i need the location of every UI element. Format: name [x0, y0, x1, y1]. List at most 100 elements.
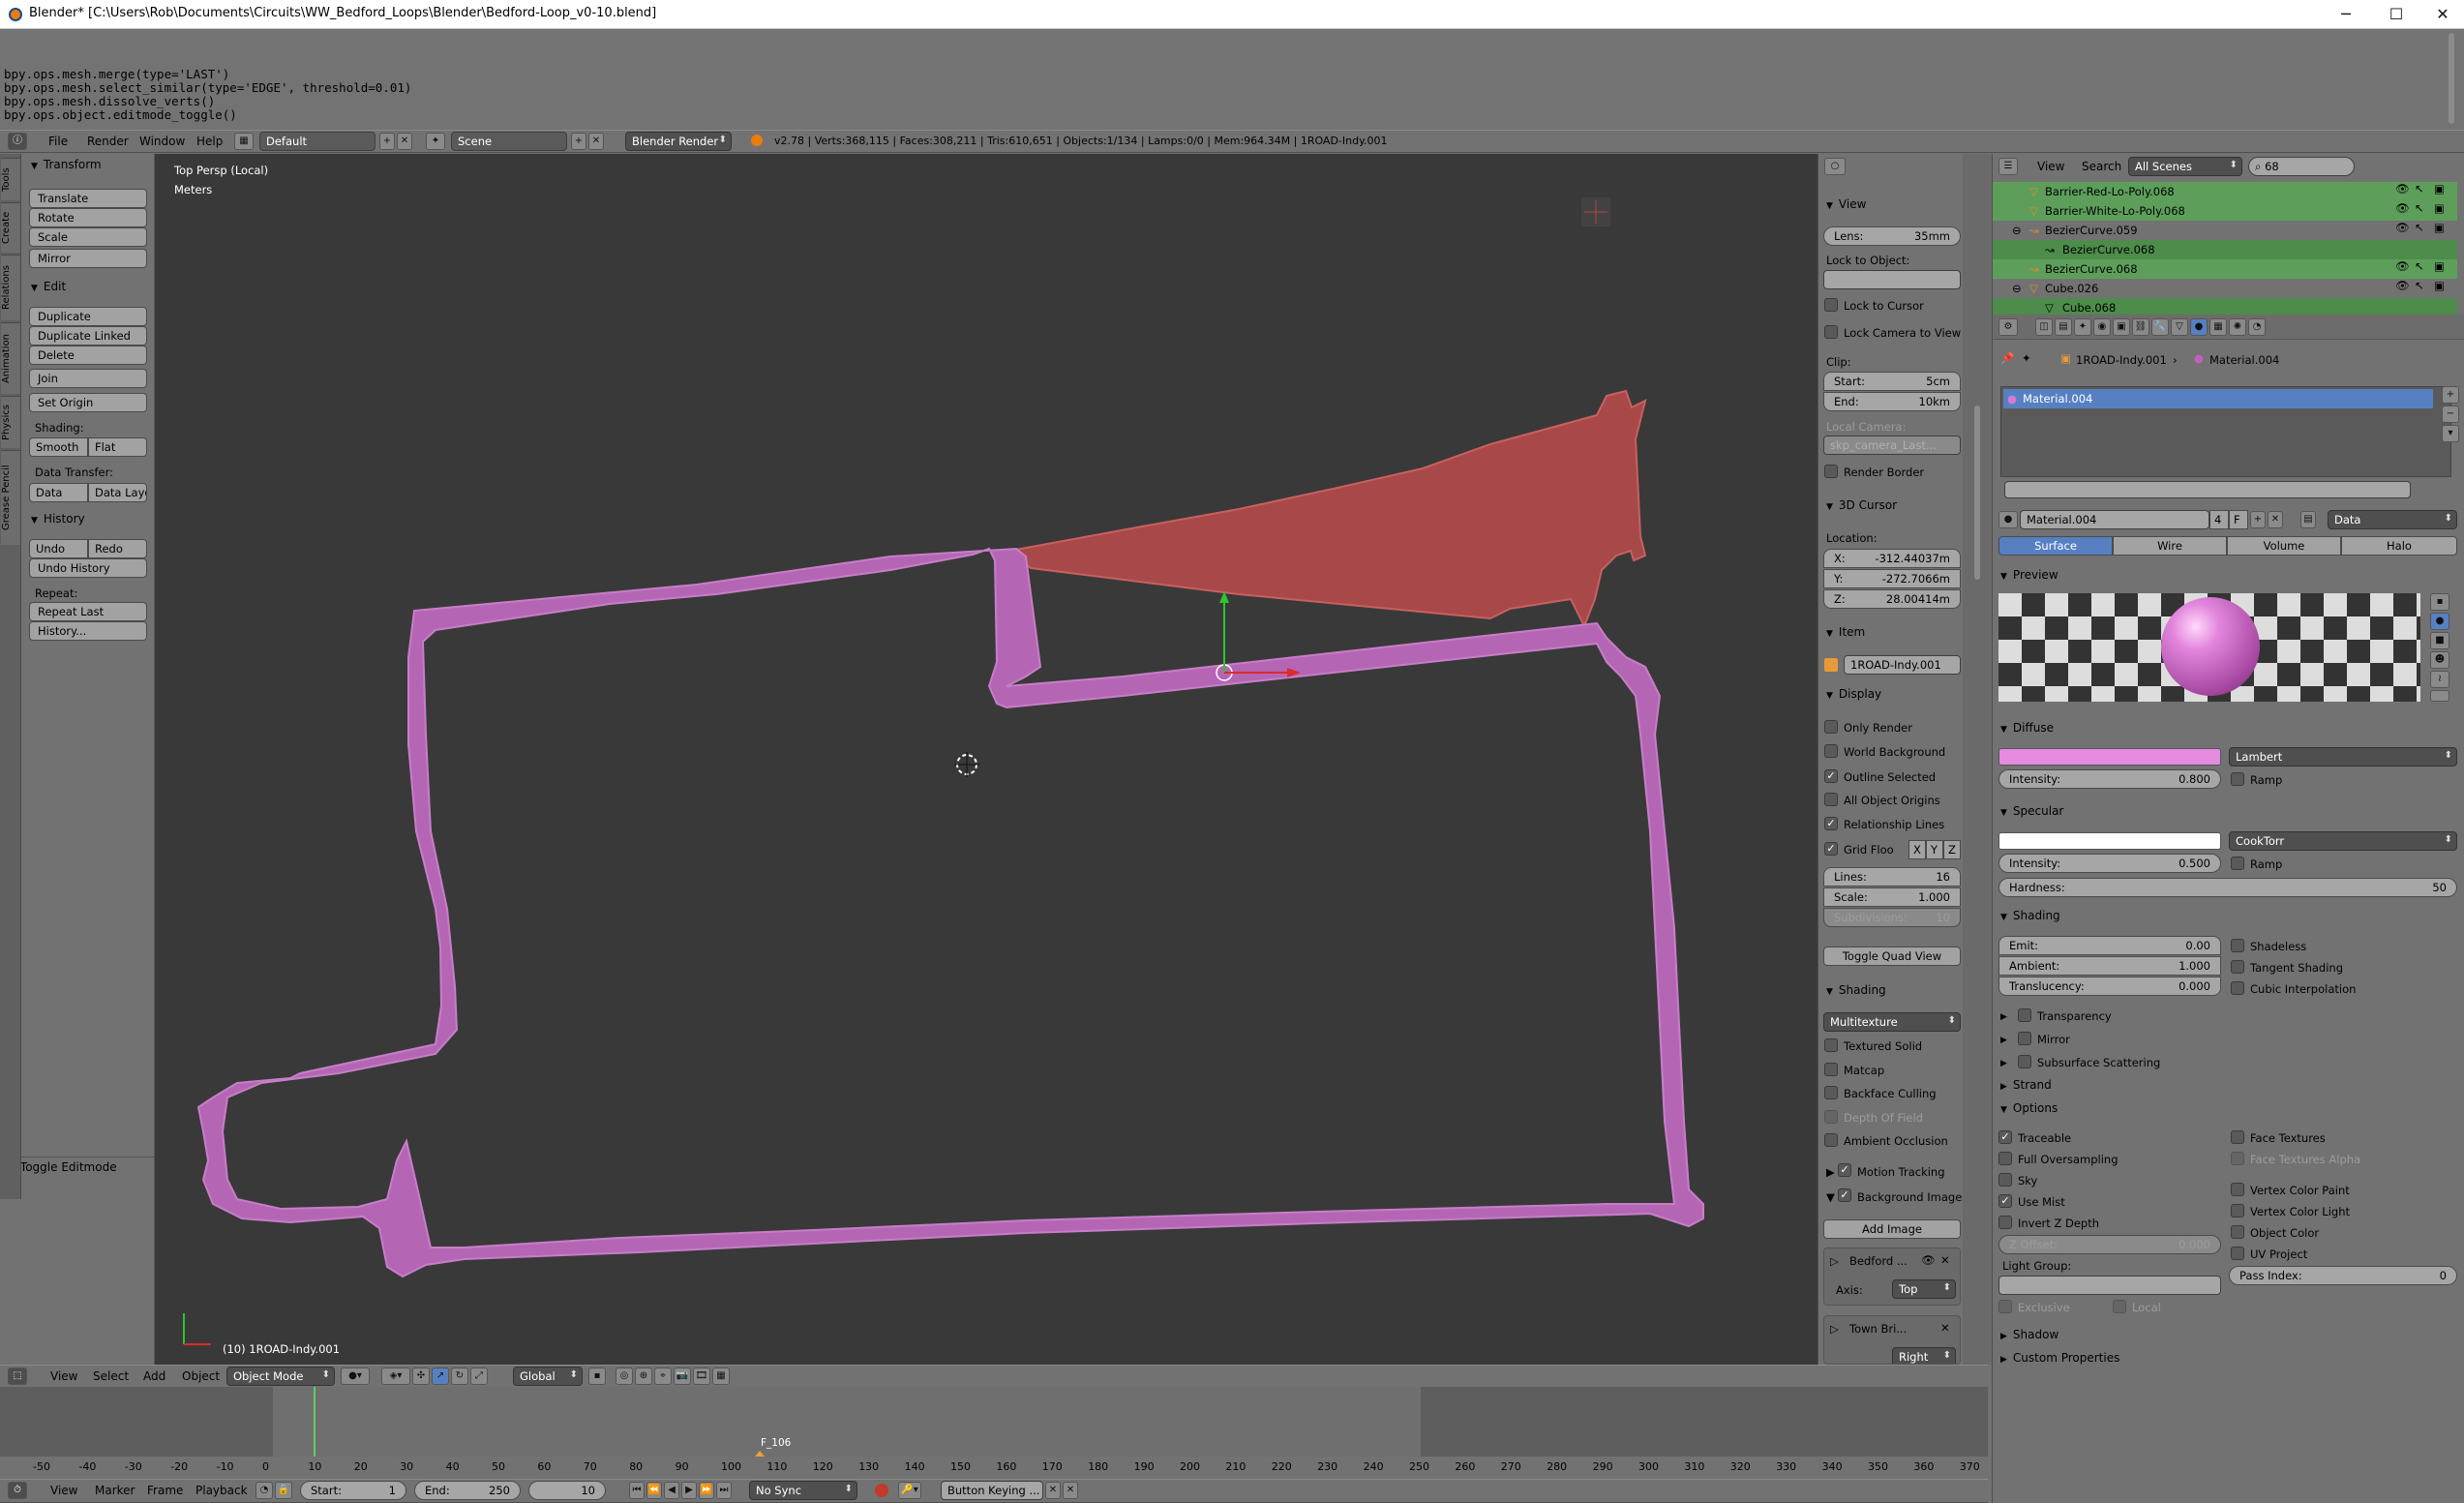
menu-file[interactable]: File — [48, 135, 68, 148]
transparency-checkbox[interactable] — [2018, 1008, 2031, 1022]
object-color-checkbox[interactable] — [2231, 1225, 2244, 1239]
proportional-edit-icon[interactable]: ◎ — [616, 1368, 633, 1385]
motion-tracking-arrow-icon[interactable]: ▶ — [1826, 1165, 1835, 1179]
invert-z-checkbox[interactable] — [1998, 1216, 2012, 1229]
lock-range-icon[interactable]: 🔒 — [275, 1482, 292, 1499]
local-camera-field[interactable]: skp_camera_Last... — [1823, 436, 1961, 455]
bg1-eye-icon[interactable]: 👁 — [1921, 1253, 1936, 1267]
outliner-row[interactable]: ⊖ ▽ Cube.026 — [1993, 279, 2457, 298]
outliner-view-menu[interactable]: View — [2037, 160, 2064, 173]
emit-field[interactable]: Emit: 0.00 — [1998, 936, 2221, 955]
relationship-lines-checkbox[interactable]: ✓ — [1824, 817, 1838, 830]
scene-icon[interactable]: ✦ — [426, 133, 445, 150]
fake-user-toggle[interactable]: F — [2229, 510, 2248, 529]
mode-dropdown[interactable]: Object Mode — [226, 1367, 335, 1386]
sky-checkbox[interactable] — [1998, 1173, 2012, 1187]
menu-object[interactable]: Object — [182, 1369, 220, 1383]
grid-x-toggle[interactable]: X — [1908, 840, 1926, 859]
mirror-panel-title[interactable] — [2000, 1032, 2013, 1045]
jump-start-icon[interactable]: ⏮ — [629, 1482, 645, 1499]
view-panel-title[interactable]: View — [1826, 197, 1866, 211]
outliner-row[interactable]: ▽ Cube.068 — [1993, 298, 2457, 315]
select-arrow-icon[interactable]: ↖ — [2415, 279, 2424, 292]
operator-panel-title[interactable]: Toggle Editmode — [8, 1160, 117, 1174]
grid-lines-field[interactable]: Lines: 16 — [1823, 867, 1961, 887]
delete-keyframe-icon[interactable]: ✕ — [1063, 1482, 1078, 1499]
depth-of-field-checkbox[interactable] — [1824, 1110, 1838, 1124]
matcap-checkbox[interactable] — [1824, 1063, 1838, 1076]
ambient-occlusion-checkbox[interactable] — [1824, 1133, 1838, 1147]
tab-halo[interactable]: Halo — [2341, 536, 2457, 556]
manipulator-toggle-icon[interactable]: ✣ — [412, 1368, 430, 1385]
preview-hair-icon[interactable]: ≀ — [2430, 671, 2449, 688]
tab-volume[interactable]: Volume — [2227, 536, 2341, 556]
tab-surface[interactable]: Surface — [1998, 536, 2113, 556]
item-panel-title[interactable]: Item — [1826, 625, 1865, 639]
all-object-origins-checkbox[interactable] — [1824, 793, 1838, 806]
layout-add-icon[interactable]: + — [379, 133, 395, 150]
material-users-count[interactable]: 4 — [2209, 510, 2229, 529]
render-camera-icon[interactable]: ▣ — [2434, 182, 2445, 195]
specular-panel-title[interactable]: Specular — [2000, 804, 2063, 818]
menu-window[interactable]: Window — [139, 135, 185, 148]
slot-specials-icon[interactable]: ▾ — [2442, 425, 2459, 442]
motion-tracking-checkbox[interactable]: ✓ — [1838, 1163, 1851, 1177]
select-arrow-icon[interactable]: ↖ — [2415, 201, 2424, 215]
sync-dropdown[interactable]: No Sync — [749, 1481, 857, 1500]
menu-timeline-view[interactable]: View — [50, 1484, 77, 1497]
join-button[interactable]: Join — [29, 369, 147, 388]
outline-selected-checkbox[interactable]: ✓ — [1824, 769, 1838, 783]
visibility-eye-icon[interactable]: 👁 — [2395, 221, 2410, 234]
mirror-checkbox[interactable] — [2018, 1032, 2031, 1045]
cursor-x-field[interactable]: X: -312.44037m — [1823, 549, 1961, 568]
smooth-button[interactable]: Smooth — [29, 437, 88, 457]
constraints-tab-icon[interactable]: ⛓ — [2132, 318, 2149, 336]
preview-range-icon[interactable]: ◔ — [255, 1482, 273, 1499]
insert-keyframe-icon[interactable]: ✕ — [1045, 1482, 1061, 1499]
render-engine-dropdown[interactable]: Blender Render — [625, 132, 732, 151]
menu-render[interactable]: Render — [87, 135, 129, 148]
local-checkbox[interactable] — [2113, 1300, 2126, 1313]
cursor-y-field[interactable]: Y: -272.7066m — [1823, 569, 1961, 588]
hardness-field[interactable]: Hardness: 50 — [1998, 878, 2457, 897]
diffuse-color-swatch[interactable] — [1998, 748, 2221, 766]
bg2-expand-icon[interactable]: ▷ — [1830, 1322, 1839, 1336]
background-images-arrow-icon[interactable]: ▼ — [1826, 1190, 1835, 1204]
material-name-field[interactable]: Material.004 — [2020, 510, 2209, 529]
add-image-button[interactable]: Add Image — [1823, 1219, 1961, 1239]
lock-object-field[interactable] — [1823, 270, 1961, 289]
face-textures-checkbox[interactable] — [2231, 1130, 2244, 1144]
node-material-icon[interactable]: ▤ — [2300, 511, 2316, 528]
lock-to-cursor-checkbox[interactable] — [1824, 298, 1838, 312]
visibility-eye-icon[interactable]: 👁 — [2395, 201, 2410, 215]
menu-add[interactable]: Add — [143, 1369, 165, 1383]
rotate-manipulator-icon[interactable]: ↻ — [451, 1368, 468, 1385]
traceable-checkbox[interactable]: ✓ — [1998, 1130, 2012, 1144]
timeline[interactable]: F_106 -50 -40 -30 -20 -10 0 10 20 30 40 50 60 70 80 90… — [0, 1387, 1988, 1473]
only-render-checkbox[interactable] — [1824, 720, 1838, 734]
add-slot-icon[interactable]: + — [2442, 386, 2459, 404]
textured-solid-checkbox[interactable] — [1824, 1038, 1838, 1052]
render-border-checkbox[interactable] — [1824, 465, 1838, 478]
duplicate-linked-button[interactable]: Duplicate Linked — [29, 326, 147, 346]
material-slots-list[interactable]: ● Material.004 — [2000, 386, 2451, 477]
specular-color-swatch[interactable] — [1998, 832, 2221, 850]
outliner-row[interactable]: ▽ Barrier-White-Lo-Poly.068 — [1993, 201, 2457, 221]
select-arrow-icon[interactable]: ↖ — [2415, 259, 2424, 273]
clip-start-field[interactable]: Start: 5cm — [1823, 372, 1961, 391]
tab-animation[interactable]: Animation — [1, 322, 20, 394]
expand-icon[interactable]: ⊖ — [2012, 282, 2022, 295]
data-button[interactable]: Data — [29, 483, 88, 502]
material-browse-icon[interactable]: ● — [1998, 511, 2018, 528]
preview-monkey-icon[interactable]: ☻ — [2430, 651, 2449, 669]
undo-button[interactable]: Undo — [29, 539, 88, 558]
layout-field[interactable]: Default — [259, 132, 376, 151]
visibility-eye-icon[interactable]: 👁 — [2395, 259, 2410, 273]
menu-view[interactable]: View — [50, 1369, 77, 1383]
breadcrumb-object[interactable]: 1ROAD-Indy.001 — [2076, 353, 2167, 367]
opengl-render-icon[interactable]: 📷 — [674, 1368, 691, 1385]
play-reverse-icon[interactable]: ◀ — [664, 1482, 679, 1499]
select-arrow-icon[interactable]: ↖ — [2415, 221, 2424, 234]
visibility-eye-icon[interactable]: 👁 — [2395, 279, 2410, 292]
edit-panel-title[interactable]: Edit — [31, 280, 66, 293]
